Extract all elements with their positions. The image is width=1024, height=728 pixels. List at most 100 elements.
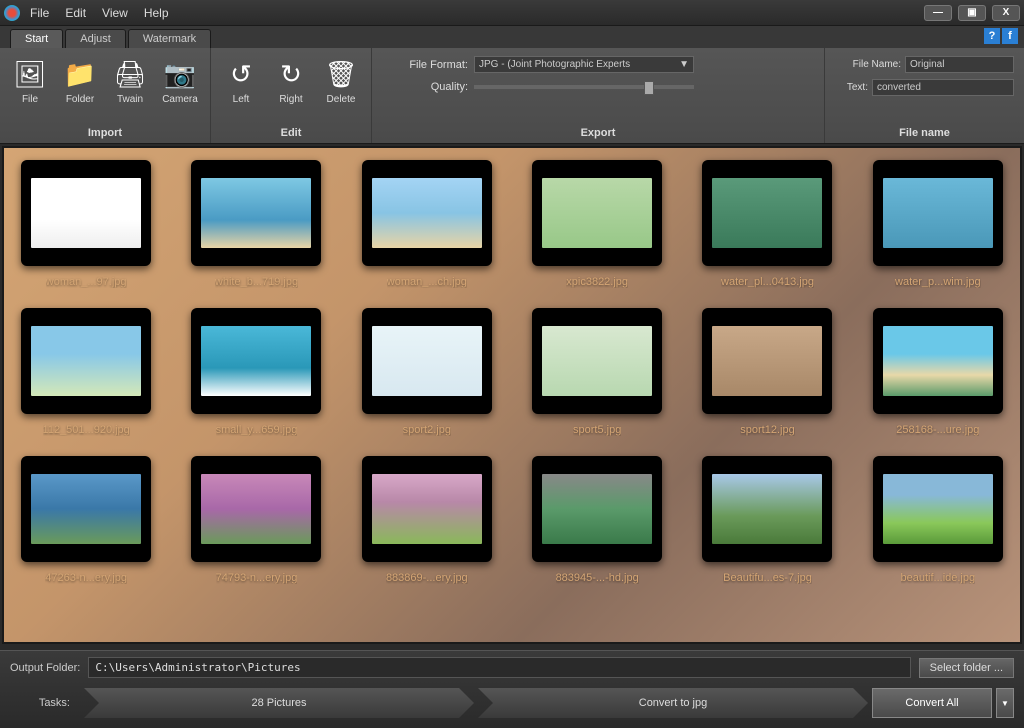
thumbnail[interactable] — [532, 160, 662, 266]
thumbnail-image — [883, 326, 993, 396]
ribbon: 🖼 File 📁 Folder 🖨 Twain 📷 Camera Import … — [0, 48, 1024, 144]
thumbnail[interactable] — [702, 160, 832, 266]
filename-group-label: File name — [835, 125, 1014, 141]
output-folder-label: Output Folder: — [10, 662, 80, 674]
thumbnail[interactable] — [191, 160, 321, 266]
thumbnail-image — [201, 178, 311, 248]
thumbnail[interactable] — [702, 456, 832, 562]
thumbnail[interactable] — [362, 456, 492, 562]
menu-edit[interactable]: Edit — [65, 6, 86, 20]
thumbnail-label: 74793-n...ery.jpg — [216, 572, 298, 584]
convert-dropdown-button[interactable]: ▼ — [996, 688, 1014, 718]
thumbnail-item: water_p...wim.jpg — [868, 160, 1008, 288]
thumbnail[interactable] — [21, 308, 151, 414]
thumbnail-item: water_pl...0413.jpg — [697, 160, 837, 288]
thumbnail-label: sport5.jpg — [573, 424, 621, 436]
delete-button[interactable]: 🗑 Delete — [321, 54, 361, 125]
rotate-right-icon: ↻ — [273, 56, 309, 92]
thumbnail-label: 883869-...ery.jpg — [386, 572, 468, 584]
thumbnail-label: small_y...659.jpg — [216, 424, 298, 436]
format-select[interactable]: JPG - (Joint Photographic Experts ▼ — [474, 56, 694, 73]
convert-all-button[interactable]: Convert All — [872, 688, 992, 718]
main-menu: File Edit View Help — [30, 6, 169, 20]
thumbnail[interactable] — [873, 456, 1003, 562]
thumbnail-label: 883945-...-hd.jpg — [556, 572, 639, 584]
thumbnail-image — [201, 326, 311, 396]
maximize-button[interactable]: ▣ — [958, 5, 986, 21]
tabs-bar: Start Adjust Watermark ? f — [0, 26, 1024, 48]
thumbnail-gallery: woman_...97.jpg white_b...719.jpg woman_..… — [2, 146, 1022, 644]
output-path-field[interactable]: C:\Users\Administrator\Pictures — [88, 657, 910, 678]
ribbon-group-import: 🖼 File 📁 Folder 🖨 Twain 📷 Camera Import — [0, 48, 211, 143]
import-camera-button[interactable]: 📷 Camera — [160, 54, 200, 125]
task-step-count: 28 Pictures — [84, 688, 474, 718]
thumbnail-item: 258168-...ure.jpg — [868, 308, 1008, 436]
menu-view[interactable]: View — [102, 6, 128, 20]
thumbnail[interactable] — [702, 308, 832, 414]
thumbnail-item: woman_...97.jpg — [16, 160, 156, 288]
export-group-label: Export — [384, 125, 812, 141]
thumbnail[interactable] — [191, 456, 321, 562]
rotate-right-button[interactable]: ↻ Right — [271, 54, 311, 125]
thumbnail-item: beautif...ide.jpg — [868, 456, 1008, 584]
thumbnail-image — [372, 178, 482, 248]
help-icon[interactable]: ? — [984, 28, 1000, 44]
tab-watermark[interactable]: Watermark — [128, 29, 211, 48]
trash-icon: 🗑 — [323, 56, 359, 92]
folder-icon: 📁 — [62, 56, 98, 92]
quality-label: Quality: — [384, 81, 474, 93]
thumbnail-label: woman_...97.jpg — [46, 276, 127, 288]
rotate-left-icon: ↺ — [223, 56, 259, 92]
thumbnail-image — [31, 178, 141, 248]
import-file-button[interactable]: 🖼 File — [10, 54, 50, 125]
thumbnail-label: woman_...ch.jpg — [387, 276, 467, 288]
thumbnail-image — [201, 474, 311, 544]
thumbnail[interactable] — [362, 308, 492, 414]
rotate-left-button[interactable]: ↺ Left — [221, 54, 261, 125]
quality-slider[interactable] — [474, 85, 694, 89]
thumbnail[interactable] — [191, 308, 321, 414]
minimize-button[interactable]: — — [924, 5, 952, 21]
tasks-label: Tasks: — [10, 697, 80, 709]
thumbnail[interactable] — [873, 160, 1003, 266]
thumbnail-item: woman_...ch.jpg — [357, 160, 497, 288]
select-folder-button[interactable]: Select folder ... — [919, 658, 1014, 678]
thumbnail-item: Beautifu...es-7.jpg — [697, 456, 837, 584]
thumbnail-item: sport12.jpg — [697, 308, 837, 436]
thumbnail-item: small_y...659.jpg — [186, 308, 326, 436]
facebook-icon[interactable]: f — [1002, 28, 1018, 44]
file-icon: 🖼 — [12, 56, 48, 92]
menu-help[interactable]: Help — [144, 6, 169, 20]
thumbnail-item: sport2.jpg — [357, 308, 497, 436]
thumbnail[interactable] — [873, 308, 1003, 414]
import-folder-button[interactable]: 📁 Folder — [60, 54, 100, 125]
import-twain-button[interactable]: 🖨 Twain — [110, 54, 150, 125]
menu-file[interactable]: File — [30, 6, 49, 20]
ribbon-group-export: File Format: JPG - (Joint Photographic E… — [372, 48, 824, 143]
thumbnail-label: 258168-...ure.jpg — [896, 424, 979, 436]
thumbnail-label: beautif...ide.jpg — [901, 572, 976, 584]
text-input[interactable] — [872, 79, 1014, 96]
thumbnail[interactable] — [532, 308, 662, 414]
thumbnail-label: water_p...wim.jpg — [895, 276, 981, 288]
thumbnail-image — [372, 474, 482, 544]
thumbnail-image — [31, 326, 141, 396]
thumbnail-image — [883, 474, 993, 544]
thumbnail[interactable] — [21, 160, 151, 266]
close-button[interactable]: X — [992, 5, 1020, 21]
thumbnail-image — [712, 326, 822, 396]
thumbnail-item: 883869-...ery.jpg — [357, 456, 497, 584]
thumbnail[interactable] — [532, 456, 662, 562]
edit-group-label: Edit — [221, 125, 361, 141]
tab-start[interactable]: Start — [10, 29, 63, 48]
thumbnail-item: white_b...719.jpg — [186, 160, 326, 288]
task-step-format: Convert to jpg — [478, 688, 868, 718]
filename-select[interactable]: Original — [905, 56, 1014, 73]
tab-adjust[interactable]: Adjust — [65, 29, 126, 48]
thumbnail[interactable] — [362, 160, 492, 266]
thumbnail-label: Beautifu...es-7.jpg — [723, 572, 812, 584]
window-controls: — ▣ X — [924, 5, 1020, 21]
thumbnail[interactable] — [21, 456, 151, 562]
thumbnail-image — [883, 178, 993, 248]
thumbnail-label: sport2.jpg — [403, 424, 451, 436]
